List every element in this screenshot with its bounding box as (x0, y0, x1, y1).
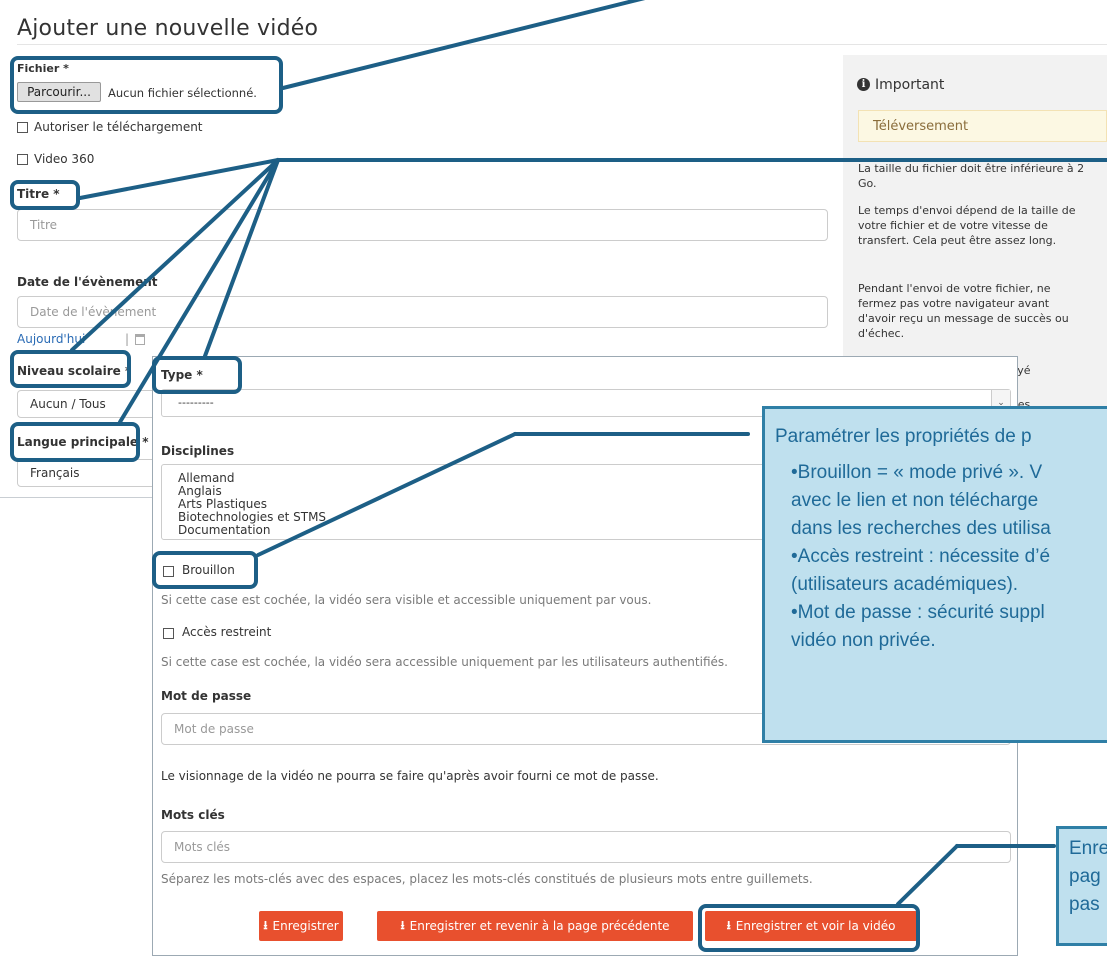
side-paragraph-time: Le temps d'envoi dépend de la taille de … (858, 204, 1076, 247)
main-language-select[interactable]: Français (17, 459, 157, 487)
download-icon: ⭳ (400, 917, 405, 932)
event-date-placeholder: Date de l'évènement (30, 305, 157, 319)
save-back-button[interactable]: ⭳ Enregistrer et revenir à la page précé… (377, 911, 693, 941)
callout-line: (utilisateurs académiques). (791, 574, 1019, 595)
highlight-school-level (10, 350, 131, 388)
type-value: --------- (178, 396, 214, 409)
callout-line: avec le lien et non télécharge (791, 490, 1039, 511)
restricted-label: Accès restreint (182, 625, 272, 639)
callout-line: •Mot de passe : sécurité suppl (791, 602, 1045, 623)
date-separator: | (125, 332, 130, 346)
video360-label: Video 360 (34, 152, 95, 166)
school-level-value: Aucun / Tous (30, 397, 106, 411)
upload-notice-label: Téléversement (873, 118, 969, 134)
save-button[interactable]: ⭳ Enregistrer (259, 911, 343, 941)
title-underline (17, 44, 1107, 45)
save-button-label: Enregistrer (272, 919, 339, 933)
save-back-button-label: Enregistrer et revenir à la page précéde… (409, 919, 670, 933)
keywords-placeholder: Mots clés (174, 840, 231, 854)
important-heading: Important (875, 77, 945, 93)
today-link[interactable]: Aujourd'hui (17, 332, 85, 346)
side-paragraph-warning: Pendant l'envoi de votre fichier, ne fer… (858, 282, 1069, 340)
keywords-label: Mots clés (161, 808, 225, 822)
event-date-label: Date de l'évènement (17, 275, 158, 289)
highlight-language (10, 422, 140, 462)
highlight-type (152, 356, 242, 394)
callout-line: Paramétrer les propriétés de p (775, 426, 1032, 447)
title-placeholder: Titre (30, 218, 58, 232)
info-icon: i (857, 78, 870, 91)
title-input[interactable]: Titre (17, 209, 828, 241)
video360-checkbox[interactable] (17, 154, 28, 165)
allow-download-checkbox[interactable] (17, 122, 28, 133)
calendar-icon[interactable] (135, 334, 145, 345)
keywords-input[interactable]: Mots clés (161, 831, 1011, 863)
highlight-title (10, 180, 80, 210)
side-paragraph-size: La taille du fichier doit être inférieur… (858, 162, 1085, 190)
callout-line: pas (1069, 894, 1100, 915)
callout-line: vidéo non privée. (791, 630, 936, 651)
properties-callout: Paramétrer les propriétés de p •Brouillo… (762, 406, 1107, 743)
save-callout: Enre pag pas (1056, 826, 1107, 946)
highlight-draft (152, 551, 258, 589)
download-icon: ⭳ (263, 917, 268, 932)
draft-help: Si cette case est cochée, la vidéo sera … (161, 593, 652, 607)
discipline-option[interactable]: Documentation (178, 524, 271, 537)
highlight-file (10, 56, 283, 114)
callout-line: •Accès restreint : nécessite d’é (791, 546, 1051, 567)
school-level-select[interactable]: Aucun / Tous (17, 390, 157, 418)
password-help: Le visionnage de la vidéo ne pourra se f… (161, 769, 659, 783)
event-date-input[interactable]: Date de l'évènement (17, 296, 828, 328)
highlight-save-view (698, 904, 920, 952)
upload-notice-box: Téléversement (858, 110, 1107, 142)
callout-line: Enre (1069, 838, 1107, 859)
main-language-value: Français (30, 466, 80, 480)
allow-download-label: Autoriser le téléchargement (34, 120, 203, 134)
disciplines-label: Disciplines (161, 444, 235, 458)
callout-line: dans les recherches des utilisa (791, 518, 1051, 539)
page-title: Ajouter une nouvelle vidéo (17, 16, 319, 41)
password-label: Mot de passe (161, 689, 252, 703)
restricted-help: Si cette case est cochée, la vidéo sera … (161, 655, 728, 669)
password-placeholder: Mot de passe (174, 722, 254, 736)
callout-line: •Brouillon = « mode privé ». V (791, 462, 1043, 483)
restricted-checkbox[interactable] (163, 628, 174, 639)
callout-line: pag (1069, 866, 1101, 887)
keywords-help: Séparez les mots-clés avec des espaces, … (161, 872, 813, 886)
